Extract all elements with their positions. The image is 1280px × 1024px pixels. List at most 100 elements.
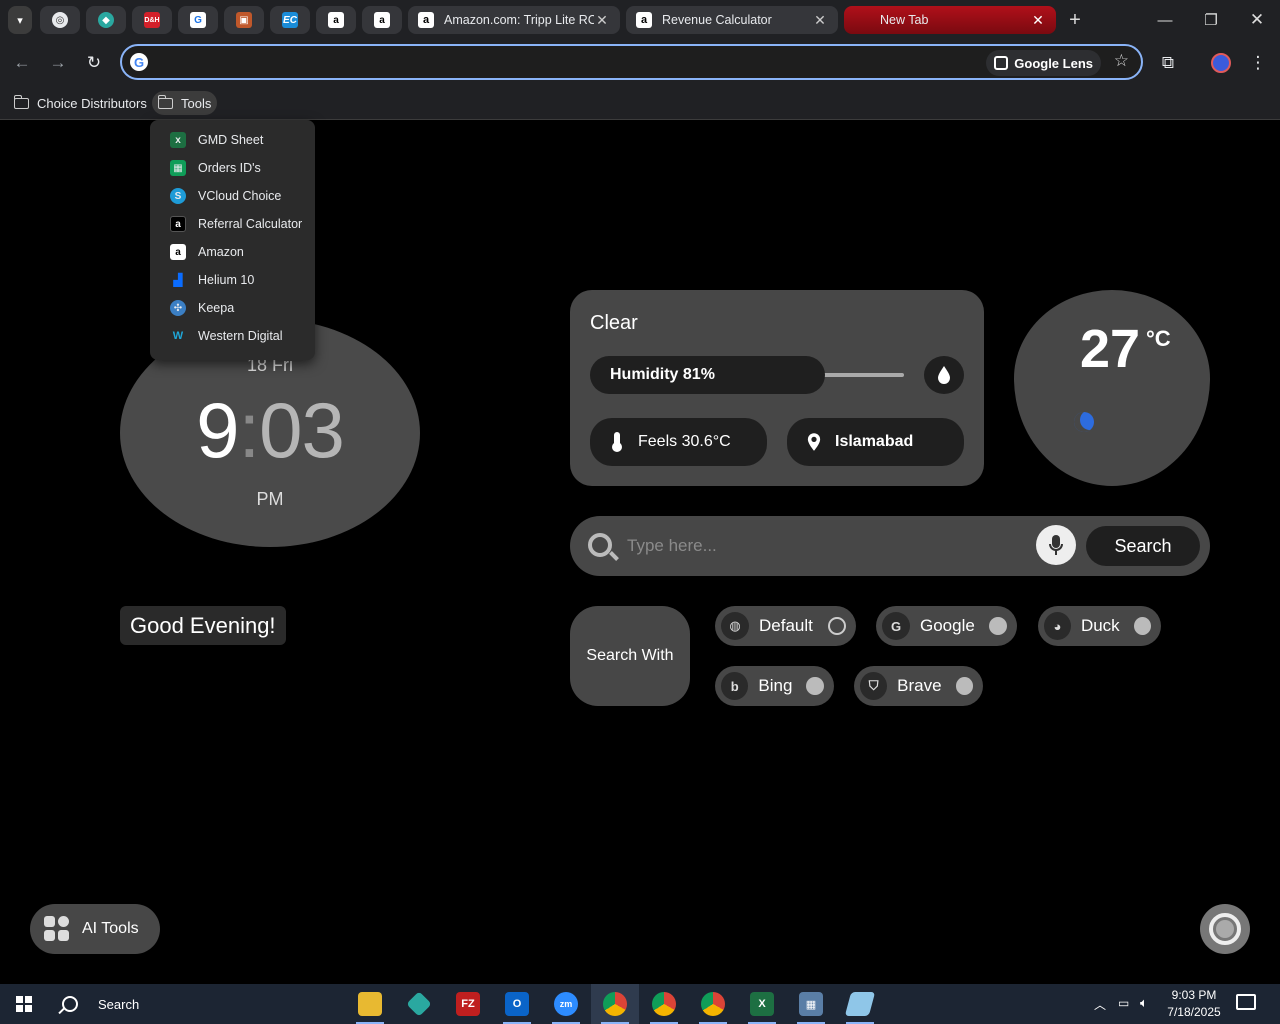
engine-default[interactable]: ◍ Default [715,606,856,646]
menu-item-referral-calculator[interactable]: a Referral Calculator [150,210,315,238]
new-tab-button[interactable]: + [1052,0,1098,40]
settings-fab-icon[interactable] [1200,904,1250,954]
menu-item-label: Helium 10 [198,273,255,287]
tab-title: Revenue Calculator [662,13,772,27]
volume-icon[interactable]: 🔈︎ [1140,995,1148,1011]
menu-item-western-digital[interactable]: W Western Digital [150,322,315,350]
bookmark-folder-tools[interactable]: Tools [152,91,218,115]
tools-dropdown-menu: x GMD Sheet ▦ Orders ID's S VCloud Choice a… [150,120,315,360]
ai-tools-button[interactable]: AI Tools [30,904,160,954]
pinned-tab[interactable]: G [178,6,218,34]
back-icon[interactable]: ← [7,48,37,78]
engine-duck[interactable]: ◕ Duck [1038,606,1161,646]
grid-icon [44,916,70,942]
browser-toolbar: ← → ↻ G Google Lens ☆ ⧉ ⋮ [0,40,1280,86]
taskbar-search[interactable]: Search [48,984,348,1024]
taskbar-search-label: Search [98,996,140,1012]
engine-label: Brave [897,676,942,695]
greeting-text: Good Evening! [120,606,286,645]
pinned-tab[interactable]: ▣ [224,6,264,34]
reload-icon[interactable]: ↻ [79,48,109,78]
restore-icon[interactable]: ❐ [1188,0,1234,40]
outlook-icon[interactable]: O [493,984,541,1024]
bookmark-label: Choice Distributors [37,95,147,111]
excel-icon: x [170,132,186,148]
search-icon [62,996,78,1012]
menu-item-gmd-sheet[interactable]: x GMD Sheet [150,126,315,154]
menu-item-vcloud-choice[interactable]: S VCloud Choice [150,182,315,210]
hex-app-icon[interactable] [395,984,443,1024]
pinned-tab[interactable]: a [316,6,356,34]
google-lens-button[interactable]: Google Lens [986,50,1101,76]
notepad-icon[interactable] [836,984,884,1024]
close-icon[interactable]: ✕ [1030,12,1046,29]
search-input[interactable] [627,531,1027,561]
engine-brave[interactable]: ⛉ Brave [854,666,983,706]
folder-icon [157,94,173,109]
windows-start-icon[interactable] [0,984,48,1024]
close-icon[interactable]: ✕ [594,12,610,29]
calculator-icon[interactable]: ▦ [787,984,835,1024]
engine-radio[interactable] [828,617,846,635]
menu-item-helium-10[interactable]: ▟ Helium 10 [150,266,315,294]
engine-google[interactable]: G Google [876,606,1017,646]
menu-item-keepa[interactable]: ✣ Keepa [150,294,315,322]
g-icon: G [190,12,206,28]
address-bar[interactable]: G Google Lens ☆ [120,44,1143,80]
bookmark-folder-choice-distributors[interactable]: Choice Distributors [8,91,153,115]
amazon-favicon: a [418,12,434,28]
clock-time: 9:03 [120,385,420,476]
amazon-icon: a [328,12,344,28]
chrome-icon[interactable] [591,984,639,1024]
close-icon[interactable]: ✕ [812,12,828,29]
chrome-icon[interactable] [640,984,688,1024]
search-bar: Search [570,516,1210,576]
pinned-tab[interactable]: D&H [132,6,172,34]
notification-icon[interactable] [1236,994,1256,1010]
engine-radio[interactable] [806,677,824,695]
keepa-icon: ✣ [170,300,186,316]
address-input[interactable] [156,52,956,74]
minimize-icon[interactable]: — [1142,0,1188,40]
menu-icon[interactable]: ⋮ [1243,48,1273,78]
excel-icon[interactable]: X [738,984,786,1024]
profile-avatar[interactable] [1206,48,1236,78]
tab-amazon[interactable]: a Amazon.com: Tripp Lite RCA ✕ [408,6,620,34]
pinned-tab[interactable]: ◎ [40,6,80,34]
forward-icon[interactable]: → [43,48,73,78]
close-window-icon[interactable]: ✕ [1234,0,1280,40]
pinned-tab[interactable]: EC [270,6,310,34]
location-text: Islamabad [835,433,914,450]
engine-bing[interactable]: b Bing [715,666,834,706]
engine-radio[interactable] [955,677,973,695]
pinned-tab[interactable]: a [362,6,402,34]
network-icon[interactable]: ▭ [1118,996,1129,1010]
target-icon: ◎ [52,12,68,28]
moon-icon [1074,412,1094,432]
menu-item-orders-ids[interactable]: ▦ Orders ID's [150,154,315,182]
filezilla-icon[interactable]: FZ [444,984,492,1024]
engine-radio[interactable] [1133,617,1151,635]
bookmark-star-icon[interactable]: ☆ [1114,51,1129,71]
tab-revenue-calculator[interactable]: a Revenue Calculator ✕ [626,6,838,34]
weather-card: Clear Humidity 81% Feels 30.6°C Islamaba… [570,290,984,486]
file-explorer-icon[interactable] [346,984,394,1024]
temperature-value: 27 [1080,319,1141,379]
microphone-icon[interactable] [1036,525,1076,565]
helium10-icon: ▟ [173,273,183,287]
pinned-tab[interactable]: ◆ [86,6,126,34]
menu-item-amazon[interactable]: a Amazon [150,238,315,266]
taskbar-clock[interactable]: 9:03 PM 7/18/2025 [1158,987,1230,1021]
location-pin-icon [807,431,821,453]
engine-radio[interactable] [989,617,1007,635]
tab-new-tab[interactable]: New Tab ✕ [844,6,1056,34]
tray-chevron-icon[interactable]: ︿ [1094,996,1106,1013]
zoom-icon[interactable]: zm [542,984,590,1024]
search-button[interactable]: Search [1086,526,1200,566]
extensions-icon[interactable]: ⧉ [1153,48,1183,78]
thermometer-icon [610,431,624,453]
chrome-icon[interactable] [689,984,737,1024]
engine-label: Google [920,616,975,635]
menu-item-label: GMD Sheet [198,133,264,147]
tab-search-button[interactable]: ▾ [8,6,32,34]
